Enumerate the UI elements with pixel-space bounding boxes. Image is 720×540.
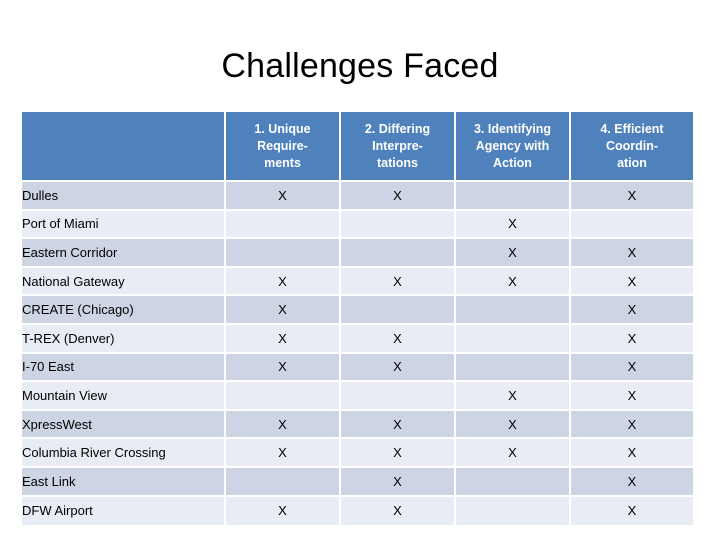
table-row: Mountain View X X	[22, 382, 693, 411]
cell-mark: X	[226, 439, 341, 468]
column-header-line: 2. Differing	[364, 121, 431, 136]
cell-mark: X	[571, 467, 693, 497]
cell-mark: X	[571, 439, 693, 468]
row-label: National Gateway	[22, 267, 226, 297]
table-row: Dulles X X X	[22, 182, 693, 211]
cell-mark: X	[341, 267, 456, 297]
cell-mark: X	[571, 267, 693, 297]
cell-mark: X	[571, 353, 693, 383]
column-header-line: 3. Identifying	[473, 121, 552, 136]
cell-mark: X	[226, 296, 341, 325]
row-label: CREATE (Chicago)	[22, 296, 226, 325]
cell-mark: X	[341, 467, 456, 497]
cell-mark	[456, 182, 571, 211]
cell-mark	[571, 210, 693, 240]
column-header-line: tations	[377, 155, 418, 170]
cell-mark: X	[226, 324, 341, 354]
cell-mark	[456, 324, 571, 354]
column-header-line: ments	[264, 155, 301, 170]
column-header-line: Require-	[257, 138, 308, 153]
cell-mark: X	[571, 182, 693, 211]
row-label: DFW Airport	[22, 496, 226, 526]
challenges-matrix-container: 1. Unique Require- ments 2. Differing In…	[22, 112, 693, 526]
cell-mark: X	[226, 410, 341, 440]
row-label: Columbia River Crossing	[22, 439, 226, 468]
table-row: Port of Miami X	[22, 210, 693, 240]
column-header-line: ation	[617, 155, 647, 170]
table-row: East Link X X	[22, 467, 693, 497]
cell-mark: X	[226, 267, 341, 297]
column-header-unique-requirements: 1. Unique Require- ments	[226, 112, 341, 182]
cell-mark	[341, 382, 456, 411]
cell-mark: X	[226, 182, 341, 211]
cell-mark: X	[341, 324, 456, 354]
cell-mark	[456, 496, 571, 526]
column-header-differing-interpretations: 2. Differing Interpre- tations	[341, 112, 456, 182]
table-row: T-REX (Denver) X X X	[22, 324, 693, 354]
cell-mark	[456, 353, 571, 383]
table-row: XpressWest X X X X	[22, 410, 693, 440]
cell-mark: X	[226, 353, 341, 383]
cell-mark: X	[456, 239, 571, 268]
cell-mark: X	[456, 267, 571, 297]
table-row: CREATE (Chicago) X X	[22, 296, 693, 325]
row-label: East Link	[22, 467, 226, 497]
column-header-line: Agency with	[475, 138, 550, 153]
column-header-line: Action	[493, 155, 532, 170]
column-header-identifying-agency-with-action: 3. Identifying Agency with Action	[456, 112, 571, 182]
cell-mark	[456, 467, 571, 497]
cell-mark: X	[571, 296, 693, 325]
column-header-line: 1. Unique	[254, 121, 311, 136]
column-header-efficient-coordination: 4. Efficient Coordin- ation	[571, 112, 693, 182]
cell-mark: X	[341, 353, 456, 383]
cell-mark: X	[341, 410, 456, 440]
column-header-blank	[22, 112, 226, 182]
cell-mark: X	[456, 210, 571, 240]
cell-mark: X	[571, 382, 693, 411]
row-label: Eastern Corridor	[22, 239, 226, 268]
row-label: Dulles	[22, 182, 226, 211]
row-label: Mountain View	[22, 382, 226, 411]
column-header-line: 4. Efficient	[600, 121, 664, 136]
cell-mark	[456, 296, 571, 325]
cell-mark: X	[571, 324, 693, 354]
table-row: National Gateway X X X X	[22, 267, 693, 297]
table-row: Columbia River Crossing X X X X	[22, 439, 693, 468]
row-label: Port of Miami	[22, 210, 226, 240]
table-header-row: 1. Unique Require- ments 2. Differing In…	[22, 112, 693, 182]
cell-mark: X	[571, 239, 693, 268]
row-label: XpressWest	[22, 410, 226, 440]
cell-mark	[226, 239, 341, 268]
cell-mark: X	[341, 496, 456, 526]
cell-mark: X	[456, 439, 571, 468]
cell-mark	[226, 382, 341, 411]
table-body: Dulles X X X Port of Miami X Eastern Cor…	[22, 182, 693, 526]
column-header-line: Coordin-	[605, 138, 659, 153]
cell-mark	[341, 296, 456, 325]
cell-mark: X	[456, 382, 571, 411]
challenges-matrix-table: 1. Unique Require- ments 2. Differing In…	[22, 112, 693, 526]
row-label: T-REX (Denver)	[22, 324, 226, 354]
cell-mark: X	[226, 496, 341, 526]
cell-mark	[341, 239, 456, 268]
page-title: Challenges Faced	[221, 47, 499, 85]
cell-mark	[226, 467, 341, 497]
cell-mark: X	[571, 410, 693, 440]
cell-mark	[341, 210, 456, 240]
table-header: 1. Unique Require- ments 2. Differing In…	[22, 112, 693, 182]
cell-mark: X	[341, 439, 456, 468]
cell-mark: X	[341, 182, 456, 211]
table-row: I-70 East X X X	[22, 353, 693, 383]
table-row: Eastern Corridor X X	[22, 239, 693, 268]
column-header-line: Interpre-	[372, 138, 423, 153]
table-row: DFW Airport X X X	[22, 496, 693, 526]
cell-mark: X	[571, 496, 693, 526]
cell-mark: X	[456, 410, 571, 440]
cell-mark	[226, 210, 341, 240]
row-label: I-70 East	[22, 353, 226, 383]
